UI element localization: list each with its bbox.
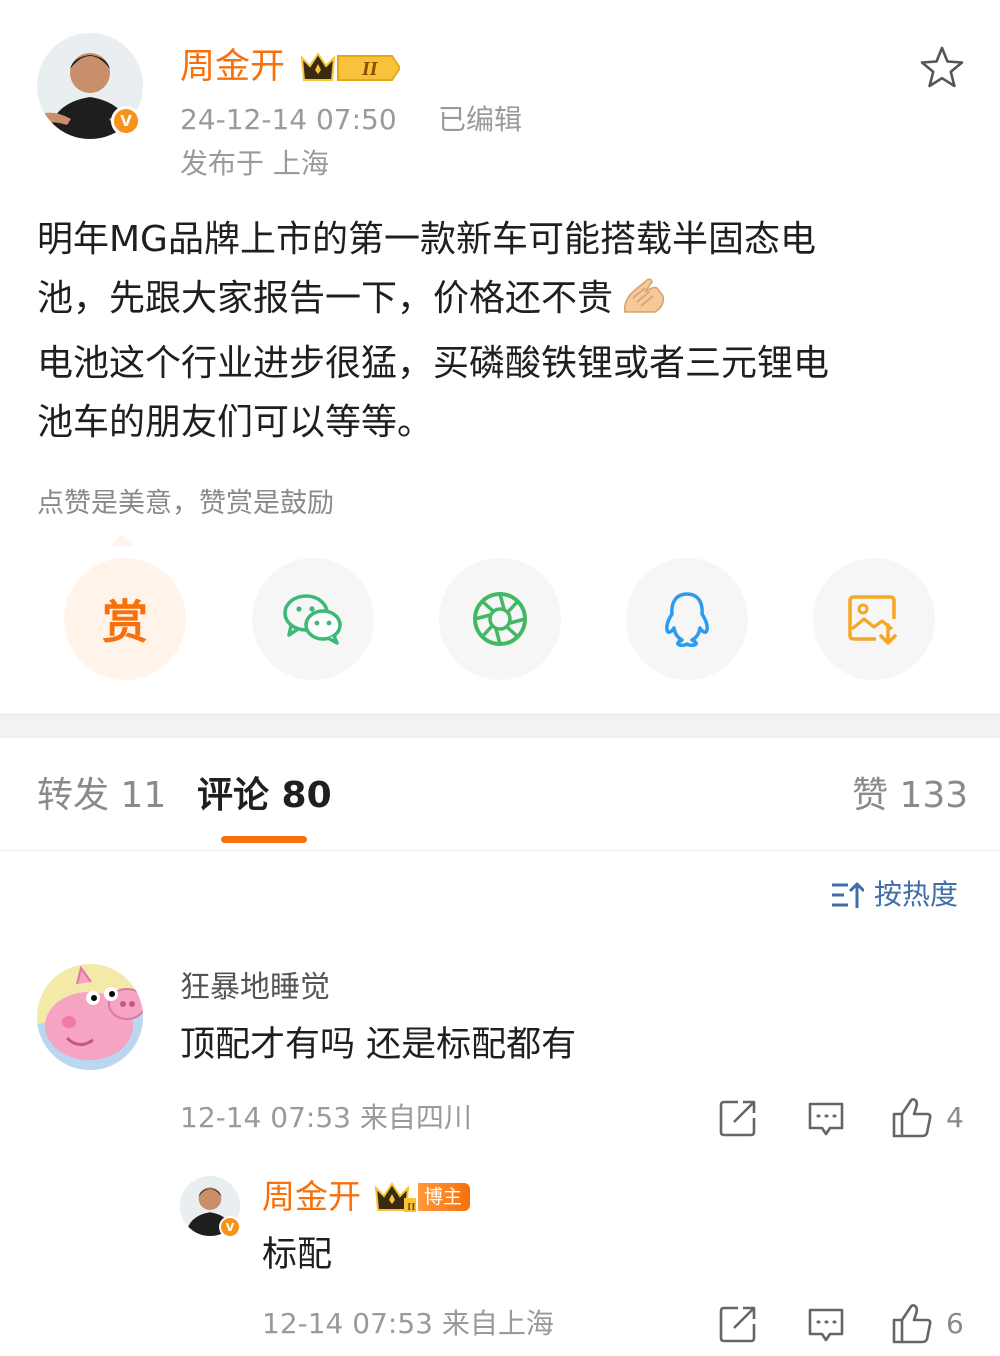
post-line: 明年MG品牌上市的第一款新车可能搭载半固态电 bbox=[37, 219, 816, 260]
post-location: 发布于 上海 bbox=[180, 147, 329, 180]
tab-separator bbox=[0, 850, 1000, 851]
post-line: 池，先跟大家报告一下，价格还不贵 bbox=[37, 269, 967, 334]
svg-text:II: II bbox=[407, 1201, 416, 1213]
like-reply-icon[interactable] bbox=[890, 1302, 934, 1346]
reward-hint: 点赞是美意，赞赏是鼓励 bbox=[37, 488, 334, 519]
save-image-button[interactable] bbox=[813, 558, 935, 680]
reward-icon: 赏 bbox=[102, 595, 148, 649]
reply-text: 标配 bbox=[262, 1235, 333, 1275]
crown-level-icon: II bbox=[300, 50, 402, 90]
blogger-tag: 博主 bbox=[418, 1183, 471, 1211]
reply-author-name[interactable]: 周金开 bbox=[262, 1176, 361, 1218]
repost-comment-icon[interactable] bbox=[718, 1098, 758, 1138]
sort-label: 按热度 bbox=[874, 878, 959, 911]
share-moments-button[interactable] bbox=[439, 558, 561, 680]
reward-button[interactable]: 赏 bbox=[64, 558, 186, 680]
like-comment-icon[interactable] bbox=[890, 1096, 934, 1140]
post-line: 电池这个行业进步很猛，买磷酸铁锂或者三元锂电 bbox=[37, 343, 830, 384]
favorite-star-icon[interactable] bbox=[918, 44, 966, 92]
moments-aperture-icon bbox=[473, 592, 527, 646]
sort-by-hot-button[interactable]: 按热度 bbox=[830, 876, 958, 914]
tab-comments[interactable]: 评论 80 bbox=[197, 772, 332, 820]
comment-meta: 12-14 07:53 来自四川 bbox=[180, 1101, 472, 1134]
svg-text:II: II bbox=[361, 58, 379, 80]
hint-pointer bbox=[110, 534, 134, 546]
active-tab-indicator bbox=[221, 836, 307, 843]
share-wechat-button[interactable] bbox=[252, 558, 374, 680]
post-text: 明年MG品牌上市的第一款新车可能搭载半固态电 池，先跟大家报告一下，价格还不贵 … bbox=[37, 210, 967, 452]
tab-repost[interactable]: 转发 11 bbox=[37, 772, 166, 820]
tab-likes[interactable]: 赞 133 bbox=[852, 772, 968, 820]
share-qq-button[interactable] bbox=[626, 558, 748, 680]
wechat-icon bbox=[283, 594, 342, 645]
post-time: 24-12-14 07:50 bbox=[180, 103, 397, 136]
post-edited-label: 已编辑 bbox=[438, 103, 523, 136]
section-divider bbox=[0, 714, 1000, 738]
crown-small-icon: II bbox=[374, 1182, 416, 1213]
sort-icon bbox=[832, 882, 864, 908]
comment-like-count: 4 bbox=[946, 1101, 964, 1134]
reply-like-count: 6 bbox=[946, 1307, 964, 1340]
reply-to-reply-icon[interactable] bbox=[806, 1304, 846, 1344]
reply-verified-badge-icon: V bbox=[219, 1216, 241, 1238]
qq-penguin-icon bbox=[665, 592, 709, 648]
reply-comment-icon[interactable] bbox=[806, 1098, 846, 1138]
pressed-hands-emoji-icon bbox=[619, 275, 667, 334]
verified-badge-icon: V bbox=[111, 106, 141, 136]
author-name[interactable]: 周金开 bbox=[180, 44, 285, 90]
commenter-avatar[interactable] bbox=[37, 964, 143, 1070]
repost-reply-icon[interactable] bbox=[718, 1304, 758, 1344]
post-line: 池车的朋友们可以等等。 bbox=[37, 402, 434, 443]
reply-meta: 12-14 07:53 来自上海 bbox=[262, 1307, 554, 1340]
comment-text: 顶配才有吗 还是标配都有 bbox=[180, 1025, 577, 1065]
commenter-name[interactable]: 狂暴地睡觉 bbox=[180, 968, 330, 1008]
blogger-badge: II 博主 bbox=[374, 1180, 471, 1214]
save-image-icon bbox=[848, 595, 897, 645]
